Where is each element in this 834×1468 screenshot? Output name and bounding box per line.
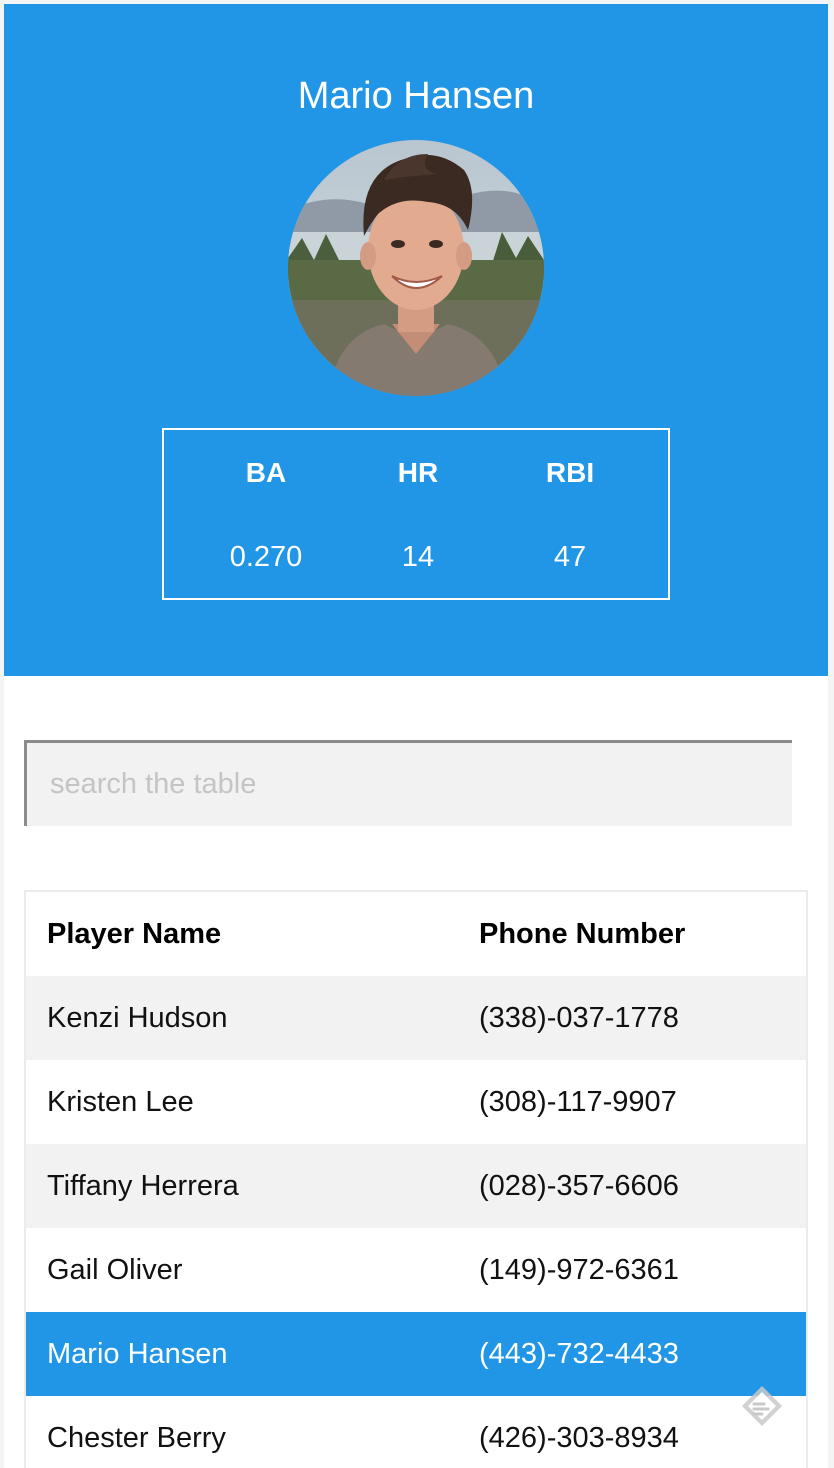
player-name-cell: Chester Berry <box>47 1422 226 1454</box>
feedback-icon[interactable] <box>738 1382 786 1430</box>
column-header-phone-number[interactable]: Phone Number <box>479 892 685 976</box>
stat-hr-value: 14 <box>401 541 435 573</box>
stat-hr-label: HR <box>397 457 439 488</box>
phone-number-cell: (149)-972-6361 <box>479 1254 679 1286</box>
player-name-cell: Kristen Lee <box>47 1086 194 1118</box>
stat-rbi-label: RBI <box>545 457 595 488</box>
player-name-cell: Mario Hansen <box>47 1338 228 1370</box>
table-row[interactable]: Kristen Lee (308)-117-9907 <box>26 1060 806 1144</box>
page-frame: Mario Hansen BA 0.270 HR 14 RBI 47 searc… <box>0 0 834 1468</box>
stats-panel: BA 0.270 HR 14 RBI 47 <box>162 428 670 600</box>
player-avatar <box>288 140 544 396</box>
table-row[interactable]: Chester Berry (426)-303-8934 <box>26 1396 806 1468</box>
column-header-player-name[interactable]: Player Name <box>47 892 221 976</box>
table-header-row: Player Name Phone Number <box>26 892 806 976</box>
player-name-cell: Kenzi Hudson <box>47 1002 228 1034</box>
stat-rbi-value: 47 <box>553 541 587 573</box>
app-container: Mario Hansen BA 0.270 HR 14 RBI 47 searc… <box>4 4 828 1468</box>
table-row-selected[interactable]: Mario Hansen (443)-732-4433 <box>26 1312 806 1396</box>
players-table: Player Name Phone Number Kenzi Hudson (3… <box>24 890 808 1468</box>
player-name-cell: Tiffany Herrera <box>47 1170 239 1202</box>
table-row[interactable]: Tiffany Herrera (028)-357-6606 <box>26 1144 806 1228</box>
stat-ba-value: 0.270 <box>229 541 303 573</box>
stat-ba-label: BA <box>245 457 287 488</box>
phone-number-cell: (443)-732-4433 <box>479 1338 679 1370</box>
player-name-cell: Gail Oliver <box>47 1254 183 1286</box>
phone-number-cell: (028)-357-6606 <box>479 1170 679 1202</box>
phone-number-cell: (338)-037-1778 <box>479 1002 679 1034</box>
table-row[interactable]: Kenzi Hudson (338)-037-1778 <box>26 976 806 1060</box>
phone-number-cell: (426)-303-8934 <box>479 1422 679 1454</box>
player-name-title: Mario Hansen <box>297 75 535 117</box>
player-header: Mario Hansen BA 0.270 HR 14 RBI 47 <box>4 4 828 676</box>
search-input[interactable] <box>24 740 792 826</box>
phone-number-cell: (308)-117-9907 <box>479 1086 677 1118</box>
table-row[interactable]: Gail Oliver (149)-972-6361 <box>26 1228 806 1312</box>
